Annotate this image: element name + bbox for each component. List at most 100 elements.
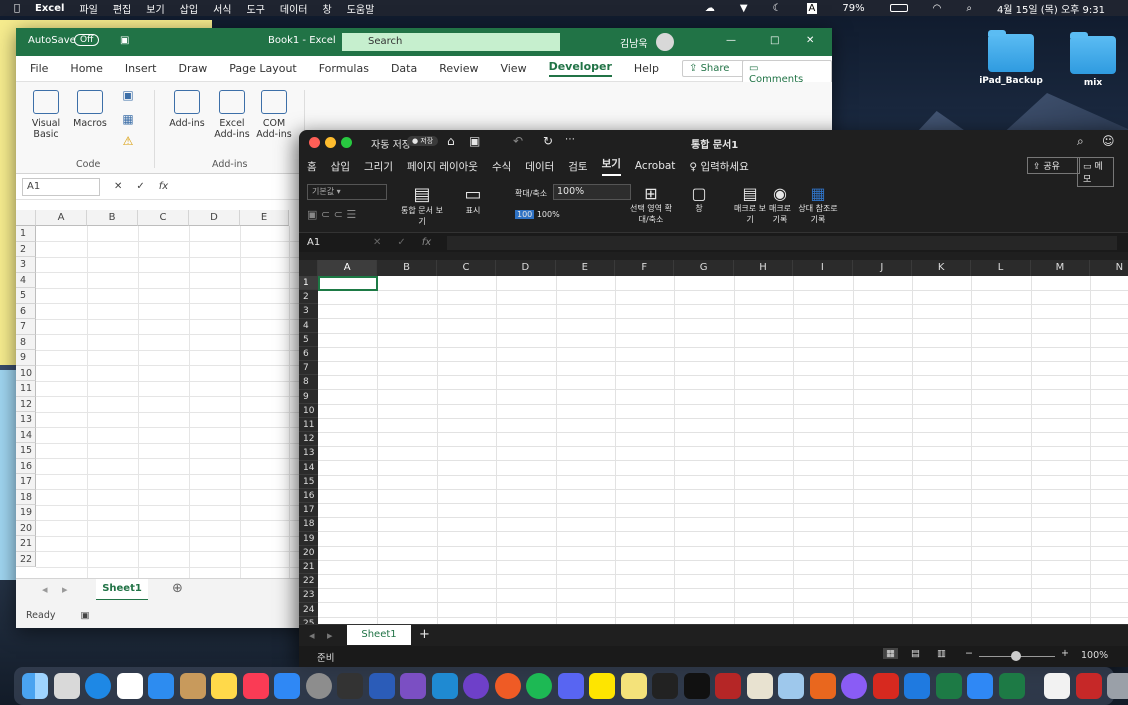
- kakaotalk-icon[interactable]: [589, 673, 615, 699]
- add-sheet-icon[interactable]: +: [419, 627, 430, 642]
- tab-home[interactable]: 홈: [307, 159, 317, 174]
- row-header[interactable]: 15: [299, 474, 318, 489]
- column-header[interactable]: D: [496, 260, 556, 276]
- page-break-icon[interactable]: ▥: [937, 648, 946, 659]
- row-header[interactable]: 22: [299, 574, 318, 589]
- column-header[interactable]: I: [793, 260, 853, 276]
- relative-ref-button[interactable]: ▦ 상대 참조로 기록: [795, 184, 841, 225]
- sticky-note[interactable]: [0, 370, 16, 580]
- spreadsheet-grid[interactable]: A B C D E 1 2 3 4 5 6 7 8 9 10 11 12 13 14 15 16 17 18 19 20 21 22: [16, 210, 299, 578]
- scroll-right-icon[interactable]: ▸: [327, 629, 333, 642]
- row-header[interactable]: 18: [16, 489, 36, 505]
- row-header[interactable]: 8: [299, 375, 318, 390]
- tab-draw[interactable]: Draw: [178, 62, 207, 75]
- column-header[interactable]: M: [1030, 260, 1091, 276]
- tab-page-layout[interactable]: Page Layout: [229, 62, 297, 75]
- minimize-button[interactable]: [325, 137, 336, 148]
- row-header[interactable]: 2: [299, 290, 318, 305]
- column-header[interactable]: J: [852, 260, 912, 276]
- name-box[interactable]: A1: [307, 237, 357, 248]
- messenger-icon[interactable]: [841, 673, 867, 699]
- row-header[interactable]: 22: [16, 551, 36, 567]
- excel-icon[interactable]: [935, 673, 962, 699]
- excel-window-front[interactable]: 자동 저장 ● 저장 ⌂ ▣ ↶ ↻ ⋯ 통합 문서1 ⌕ ☺ 홈 삽입 그리기…: [299, 130, 1128, 667]
- finder-search-icon[interactable]: [967, 673, 993, 699]
- search-icon[interactable]: ⌕: [1077, 134, 1084, 149]
- column-header[interactable]: A: [318, 260, 378, 276]
- window-button[interactable]: ▢ 창: [681, 184, 717, 214]
- row-header[interactable]: 15: [16, 443, 36, 459]
- terminal-icon[interactable]: [652, 673, 678, 699]
- input-source-icon[interactable]: A: [806, 2, 818, 14]
- row-header[interactable]: 5: [16, 288, 36, 304]
- scroll-right-icon[interactable]: ▸: [62, 583, 68, 596]
- row-header[interactable]: 21: [299, 560, 318, 575]
- zoom-out-icon[interactable]: −: [965, 648, 973, 659]
- safari-icon[interactable]: [85, 673, 111, 699]
- tab-view[interactable]: View: [500, 62, 526, 75]
- column-header[interactable]: E: [555, 260, 615, 276]
- addins-button[interactable]: Add-ins: [166, 90, 208, 129]
- zoom-100-button[interactable]: 100 100%: [515, 210, 560, 219]
- tab-view[interactable]: 보기: [601, 156, 621, 176]
- column-header[interactable]: L: [971, 260, 1031, 276]
- workbook-views-button[interactable]: ▤ 통합 문서 보기: [401, 184, 443, 227]
- row-header[interactable]: 21: [16, 536, 36, 552]
- excel-addins-button[interactable]: Excel Add-ins: [210, 90, 254, 140]
- cancel-icon[interactable]: ✕: [114, 181, 122, 192]
- mail-icon[interactable]: [148, 673, 174, 699]
- normal-view-icon[interactable]: ▦: [883, 648, 898, 659]
- desktop-folder-ipad-backup[interactable]: iPad_Backup: [976, 30, 1046, 86]
- macro-status-icon[interactable]: ▣: [81, 610, 90, 621]
- tab-page-layout[interactable]: 페이지 레이아웃: [407, 159, 478, 174]
- maximize-icon[interactable]: □: [770, 35, 779, 46]
- davinci-icon[interactable]: [337, 673, 363, 699]
- tab-formulas[interactable]: Formulas: [319, 62, 369, 75]
- normal-view-dropdown[interactable]: 기본값 ▾: [307, 184, 387, 200]
- app-store-icon[interactable]: [274, 673, 300, 699]
- row-header[interactable]: 3: [16, 257, 36, 273]
- avatar[interactable]: [656, 33, 674, 51]
- tab-developer[interactable]: Developer: [548, 60, 612, 77]
- sheet-tab[interactable]: Sheet1: [96, 579, 148, 601]
- search-icon[interactable]: ⌕: [966, 3, 972, 14]
- search-box[interactable]: Search: [342, 33, 560, 51]
- autosave-toggle[interactable]: Off: [74, 34, 100, 46]
- tab-review[interactable]: Review: [439, 62, 478, 75]
- row-header[interactable]: 9: [16, 350, 36, 366]
- finder-icon[interactable]: [22, 673, 48, 699]
- row-header[interactable]: 16: [16, 458, 36, 474]
- name-box[interactable]: A1: [22, 177, 100, 196]
- keynote-icon[interactable]: [746, 673, 773, 699]
- menu-item[interactable]: 삽입: [180, 1, 198, 16]
- datetime[interactable]: 4월 15일 (목) 오후 9:31: [997, 1, 1105, 16]
- menu-item[interactable]: 창: [322, 1, 331, 16]
- active-cell[interactable]: [318, 276, 378, 291]
- tab-file[interactable]: File: [30, 62, 48, 75]
- menu-item[interactable]: 보기: [146, 1, 164, 16]
- row-header[interactable]: 13: [16, 412, 36, 428]
- view-icons[interactable]: ▣ ⊂ ⊂ ☰: [307, 208, 356, 221]
- column-header[interactable]: N: [1090, 260, 1128, 276]
- row-header[interactable]: 8: [16, 334, 36, 350]
- trash-icon[interactable]: [1107, 673, 1128, 699]
- acrobat-icon[interactable]: [872, 673, 899, 699]
- row-header[interactable]: 14: [299, 460, 318, 475]
- close-icon[interactable]: ✕: [806, 35, 814, 46]
- page-layout-icon[interactable]: ▤: [911, 648, 920, 659]
- document-icon[interactable]: [1044, 673, 1070, 699]
- row-header[interactable]: 7: [299, 361, 318, 376]
- column-header[interactable]: A: [36, 210, 87, 226]
- visual-basic-button[interactable]: Visual Basic: [26, 90, 66, 140]
- scroll-left-icon[interactable]: ◂: [309, 629, 315, 642]
- battery-icon[interactable]: [889, 4, 908, 12]
- desktop-folder-mix[interactable]: mix: [1058, 32, 1128, 88]
- row-header[interactable]: 16: [299, 489, 318, 504]
- share-button[interactable]: ⇪ 공유: [1027, 157, 1080, 174]
- row-header[interactable]: 6: [299, 347, 318, 362]
- row-header[interactable]: 12: [299, 432, 318, 447]
- row-header[interactable]: 6: [16, 303, 36, 319]
- check-icon[interactable]: ✓: [397, 237, 405, 248]
- column-header[interactable]: E: [240, 210, 289, 226]
- view-macros-button[interactable]: ▤ 매크로 보기: [733, 184, 767, 225]
